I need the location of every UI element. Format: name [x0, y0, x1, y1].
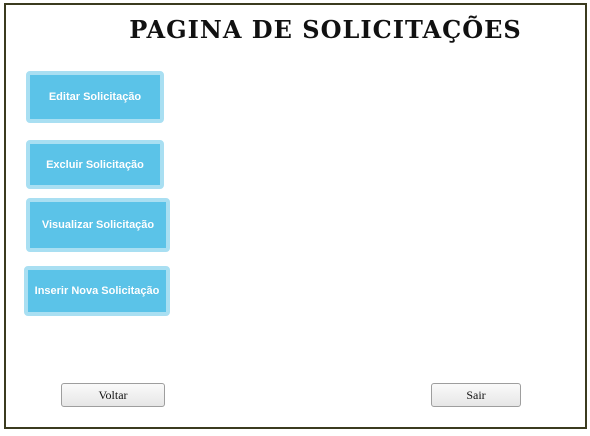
delete-request-label: Excluir Solicitação: [46, 158, 144, 171]
edit-request-button[interactable]: Editar Solicitação: [26, 71, 164, 123]
back-label: Voltar: [98, 387, 128, 402]
insert-new-request-label: Inserir Nova Solicitação: [34, 285, 160, 297]
view-request-label: Visualizar Solicitação: [41, 219, 155, 231]
view-request-button[interactable]: Visualizar Solicitação: [26, 198, 170, 252]
page-frame: PAGINA DE SOLICITAÇÕES Editar Solicitaçã…: [4, 3, 587, 429]
exit-button[interactable]: Sair: [431, 383, 521, 407]
exit-label: Sair: [466, 387, 486, 402]
delete-request-button[interactable]: Excluir Solicitação: [26, 140, 164, 189]
page-title: PAGINA DE SOLICITAÇÕES: [129, 15, 522, 44]
edit-request-label: Editar Solicitação: [48, 91, 142, 103]
insert-new-request-button[interactable]: Inserir Nova Solicitação: [24, 266, 170, 316]
back-button[interactable]: Voltar: [61, 383, 165, 407]
